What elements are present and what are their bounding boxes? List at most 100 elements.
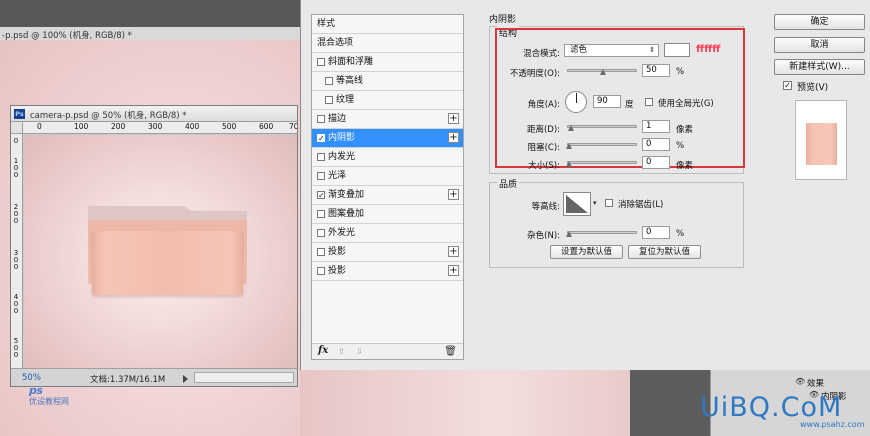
contour-picker[interactable] [563,192,591,216]
style-checkbox[interactable]: ✓ [317,191,325,200]
opacity-slider[interactable] [567,69,637,75]
style-list-item-satin[interactable]: 光泽 [312,167,463,186]
shadow-color-swatch[interactable] [664,43,690,57]
add-style-plus-icon[interactable]: + [448,246,459,257]
style-checkbox[interactable]: ✓ [317,134,325,143]
style-list-item-bevel-emboss[interactable]: 斜面和浮雕 [312,53,463,72]
style-checkbox[interactable] [325,77,333,85]
style-list-item-contour[interactable]: 等高线 [312,72,463,91]
style-list-label: 渐变叠加 [328,190,365,200]
style-list-item-outer-glow[interactable]: 外发光 [312,224,463,243]
style-list-item-blending-options[interactable]: 混合选项 [312,34,463,53]
distance-slider[interactable] [567,125,637,131]
chevron-updown-icon: ⇕ [649,46,655,54]
style-list-item-stroke[interactable]: 描边 + [312,110,463,129]
zoom-level[interactable]: 50% [22,373,41,383]
noise-slider[interactable] [566,231,637,237]
style-checkbox[interactable] [317,267,325,275]
style-list-item-pattern-overlay[interactable]: 图案叠加 [312,205,463,224]
ok-button[interactable]: 确定 [774,14,865,30]
document-title-bar[interactable]: Ps camera-p.psd @ 50% (机身, RGB/8) * [11,106,297,122]
style-checkbox[interactable] [325,96,333,104]
ruler-corner[interactable] [11,122,23,134]
add-style-plus-icon[interactable]: + [448,132,459,143]
style-preview-swatch [806,123,837,165]
add-style-plus-icon[interactable]: + [448,189,459,200]
slider-knob[interactable] [566,161,572,167]
style-checkbox[interactable] [317,172,325,180]
style-checkbox[interactable] [317,58,325,66]
choke-slider[interactable] [566,143,637,149]
ruler-tick: 2 0 0 [13,203,19,225]
trash-icon[interactable]: 🗑 [444,346,457,357]
add-style-plus-icon[interactable]: + [448,113,459,124]
document-canvas[interactable] [24,135,297,368]
add-style-plus-icon[interactable]: + [448,265,459,276]
slider-knob[interactable] [566,231,572,237]
fx-icon[interactable]: fx [318,345,328,356]
ruler-tick: 200 [111,122,126,131]
style-list-label: 光泽 [328,171,347,181]
size-input[interactable]: 0 [642,156,670,169]
blend-mode-select[interactable]: 滤色 ⇕ [564,44,659,57]
inner-shadow-settings: 内阴影 结构 混合模式: 滤色 ⇕ ffffff 不透明度(O): 50 % 角… [487,10,757,356]
contour-label: 等高线: [531,202,560,212]
move-down-icon[interactable]: ⇩ [356,347,363,356]
style-checkbox[interactable] [317,115,325,123]
size-slider[interactable] [566,161,637,167]
set-default-button[interactable]: 设置为默认值 [550,245,623,259]
ruler-tick: 1 0 0 [13,157,19,179]
layer-effects-label[interactable]: 效果 [807,377,824,389]
reset-default-button[interactable]: 复位为默认值 [628,245,701,259]
new-style-button[interactable]: 新建样式(W)... [774,59,865,75]
style-list-label: 混合选项 [317,38,354,48]
cancel-button[interactable]: 取消 [774,37,865,53]
watermark-url: www.psahz.com [800,420,865,429]
horizontal-ruler[interactable]: 0 100 200 300 400 500 600 700 [23,122,297,134]
style-list-item-styles[interactable]: 样式 [312,15,463,34]
style-list-item-inner-glow[interactable]: 内发光 [312,148,463,167]
style-list-item-drop-shadow-2[interactable]: 投影 + [312,262,463,281]
document-title: camera-p.psd @ 50% (机身, RGB/8) * [30,111,187,121]
noise-input[interactable]: 0 [642,226,670,239]
style-checkbox[interactable] [317,210,325,218]
ruler-tick: 500 [222,122,237,131]
style-list-item-inner-shadow[interactable]: ✓ 内阴影 + [312,129,463,148]
horizontal-scrollbar[interactable] [194,372,294,383]
style-list-item-gradient-overlay[interactable]: ✓ 渐变叠加 + [312,186,463,205]
angle-input[interactable]: 90 [593,95,621,108]
angle-unit: 度 [625,100,634,110]
slider-knob[interactable] [568,125,574,131]
style-checkbox[interactable] [317,229,325,237]
vertical-ruler[interactable]: 0 1 0 0 2 0 0 3 0 0 4 0 0 5 0 0 [11,134,23,368]
color-hex-annotation: ffffff [696,44,721,55]
angle-dial[interactable] [565,91,587,113]
global-light-checkbox[interactable] [645,98,653,106]
style-checkbox[interactable] [317,248,325,256]
style-list-item-drop-shadow[interactable]: 投影 + [312,243,463,262]
style-list-label: 投影 [328,247,347,257]
choke-unit: % [676,141,685,151]
preview-checkbox[interactable]: ✓ [783,81,792,90]
style-list-item-texture[interactable]: 纹理 [312,91,463,110]
document-size-info: 文档:1.37M/16.1M [90,375,166,385]
opacity-input[interactable]: 50 [642,64,670,77]
document-window[interactable]: Ps camera-p.psd @ 50% (机身, RGB/8) * 0 10… [10,105,298,387]
choke-input[interactable]: 0 [642,138,670,151]
distance-unit: 像素 [676,125,694,135]
chevron-down-icon[interactable]: ▾ [593,199,597,207]
eye-icon[interactable]: 👁 [795,377,805,386]
style-list-footer: fx ⇧ ⇩ 🗑 [312,343,463,359]
antialias-checkbox[interactable] [605,199,613,207]
style-checkbox[interactable] [317,153,325,161]
move-up-icon[interactable]: ⇧ [338,347,345,356]
quality-title: 品质 [497,177,520,190]
style-list-panel: 样式 混合选项 斜面和浮雕 等高线 纹理 描边 + ✓ 内阴影 + 内发光 光泽… [311,14,464,360]
distance-input[interactable]: 1 [642,120,670,133]
slider-knob[interactable] [600,69,606,75]
size-label: 大小(S): [528,161,560,171]
watermark-brand: UiBQ.CoM [700,392,843,423]
distance-label: 距离(D): [526,125,560,135]
slider-knob[interactable] [566,143,572,149]
status-menu-arrow-icon[interactable] [183,375,188,383]
